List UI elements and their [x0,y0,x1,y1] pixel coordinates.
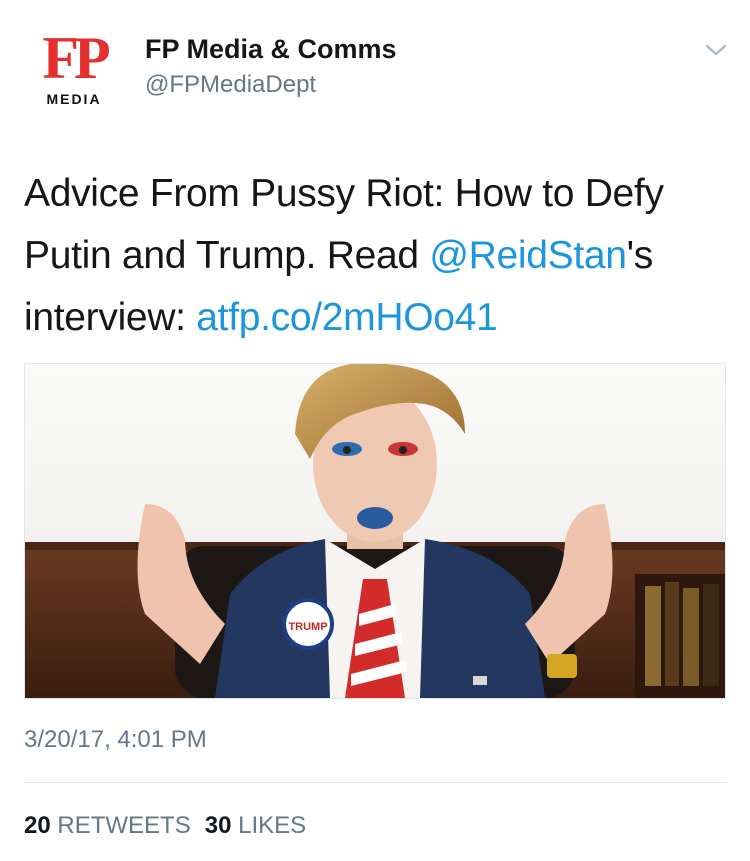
tweet-text-segment: Advice From Pussy Riot: How to Defy [24,172,664,215]
url-link[interactable]: atfp.co/2mHOo41 [196,296,497,339]
tweet-text: Advice From Pussy Riot: How to Defy Puti… [24,163,724,349]
retweets-count: 20 [24,812,51,839]
tweet-text-line-2: Putin and Trump. Read @ReidStan's [24,225,724,287]
account-avatar[interactable]: FP MEDIA [34,25,114,110]
media-illustration: TRUMP [25,364,725,698]
tweet-text-segment: 's [626,234,654,277]
likes-stat[interactable]: 30 LIKES [205,812,306,839]
tweet-text-line-3: interview: atfp.co/2mHOo41 [24,287,724,349]
tweet-text-line-1: Advice From Pussy Riot: How to Defy [24,163,724,225]
tweet-media-image[interactable]: TRUMP [24,363,726,699]
avatar-logo-sub: MEDIA [46,91,102,107]
mention-link[interactable]: @ReidStan [429,234,627,277]
divider [24,782,726,783]
user-handle[interactable]: @FPMediaDept [145,71,316,99]
chevron-down-icon[interactable] [704,40,728,60]
avatar-logo-letters: FP [42,25,110,91]
tweet-stats: 20 RETWEETS 30 LIKES [24,812,306,840]
display-name[interactable]: FP Media & Comms [145,34,397,65]
tweet-timestamp[interactable]: 3/20/17, 4:01 PM [24,726,207,754]
retweets-stat[interactable]: 20 RETWEETS [24,812,191,839]
likes-label: LIKES [238,812,307,839]
tweet-header: FP MEDIA FP Media & Comms @FPMediaDept [0,0,750,130]
retweets-label: RETWEETS [57,812,191,839]
likes-count: 30 [204,812,232,839]
tweet-text-segment: interview: [24,296,197,339]
tweet-text-segment: Putin and Trump. Read [24,234,430,277]
badge-text: TRUMP [288,621,327,633]
